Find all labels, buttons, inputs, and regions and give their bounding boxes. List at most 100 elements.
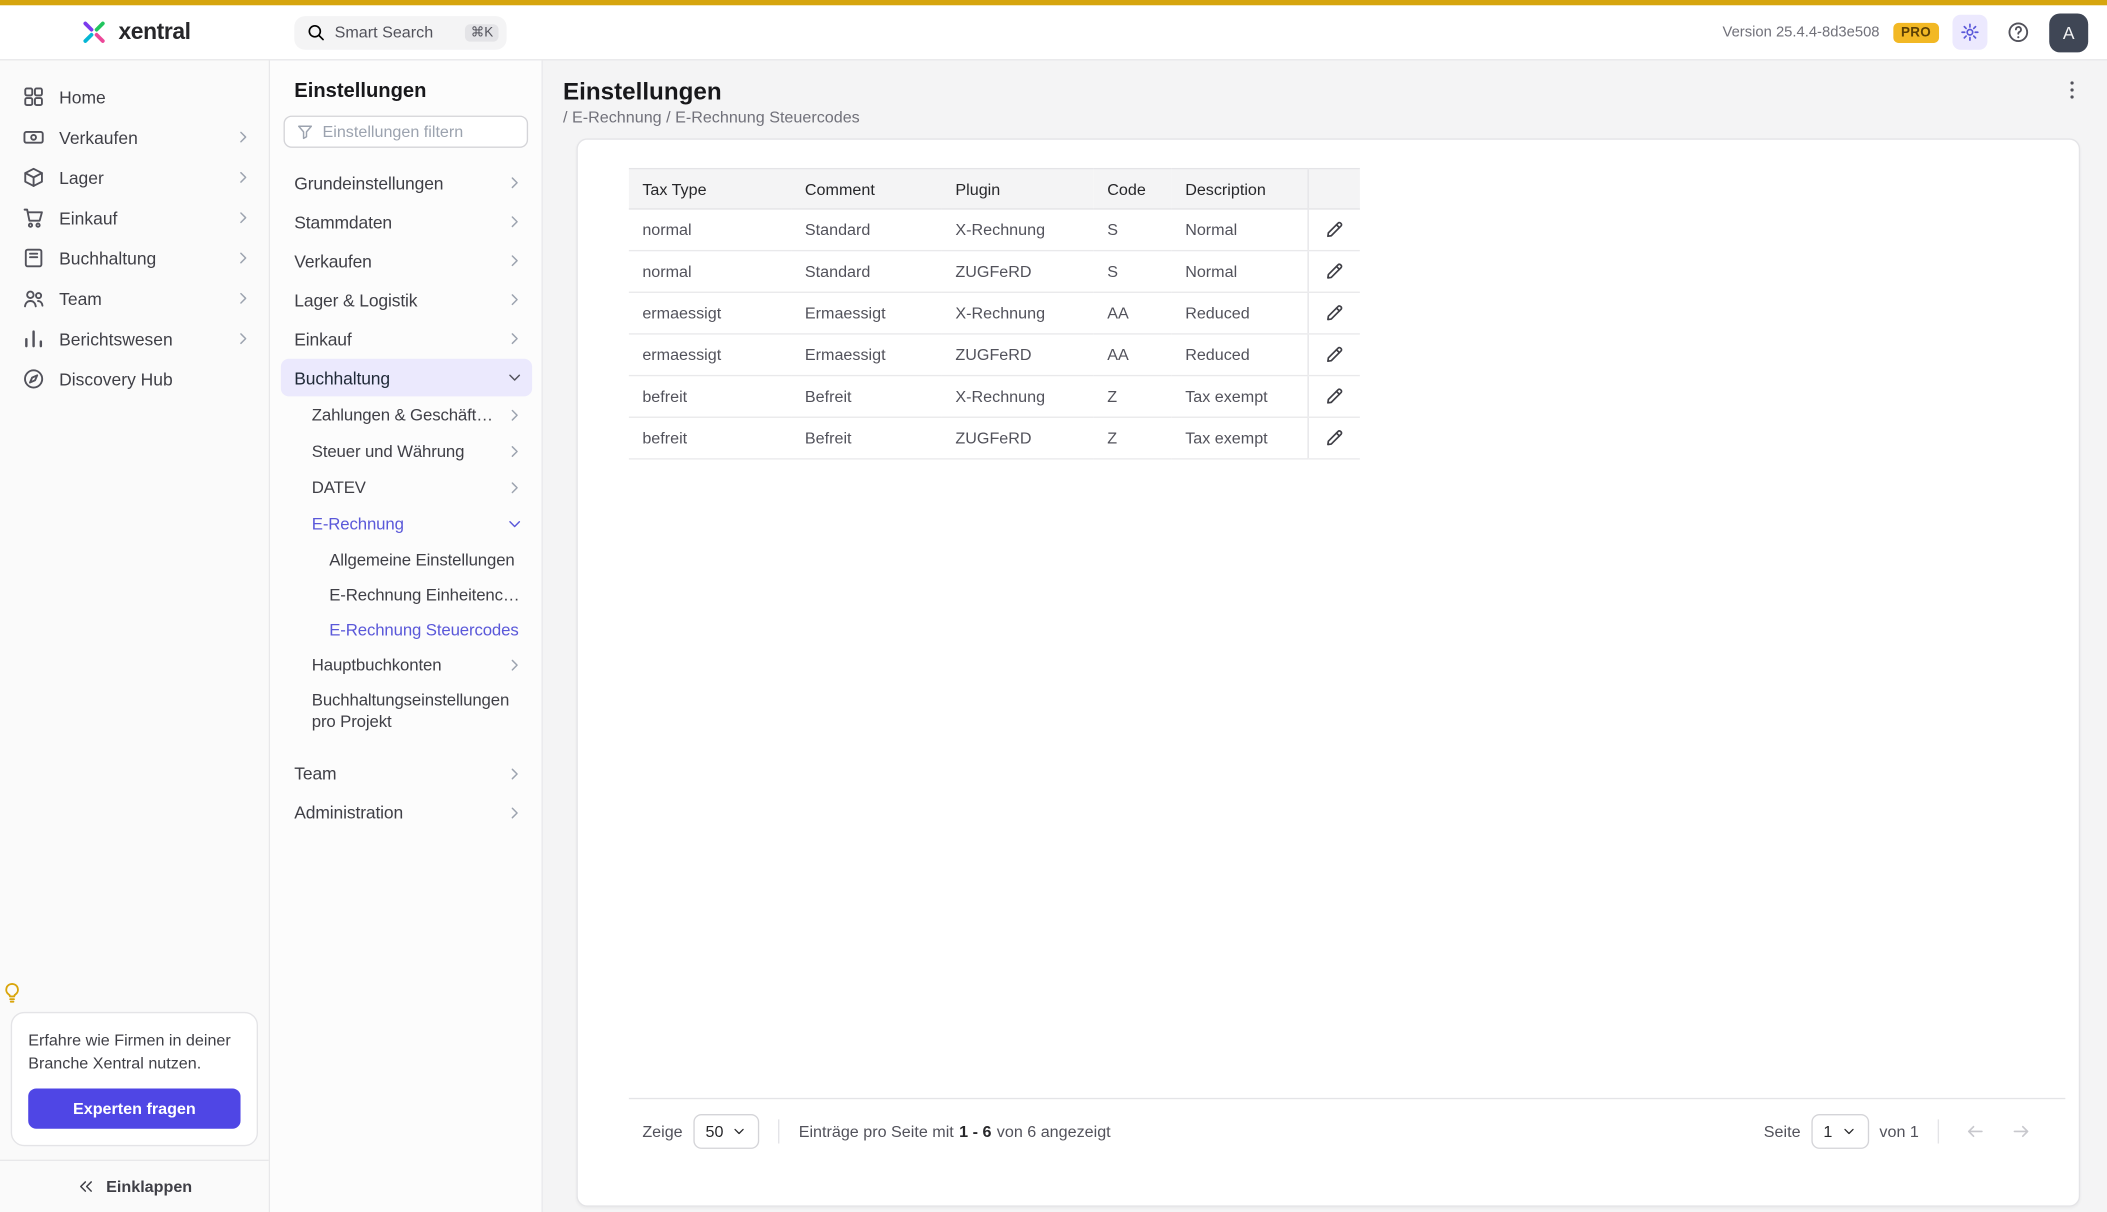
sidebar-item-team[interactable]: Team bbox=[0, 278, 269, 318]
sidebar-item-einkauf[interactable]: Einkauf bbox=[0, 198, 269, 238]
settings-nav-item-label: Lager & Logistik bbox=[294, 290, 417, 310]
sidebar-item-verkaufen[interactable]: Verkaufen bbox=[0, 117, 269, 157]
settings-nav-item-einkauf[interactable]: Einkauf bbox=[281, 320, 532, 358]
sidebar-item-label: Berichtswesen bbox=[59, 329, 173, 349]
collapse-sidebar-button[interactable]: Einklappen bbox=[69, 1176, 201, 1198]
ask-experts-button[interactable]: Experten fragen bbox=[28, 1088, 240, 1128]
settings-nav-item-hauptbuchkonten[interactable]: Hauptbuchkonten bbox=[281, 648, 532, 683]
next-page-button[interactable] bbox=[2004, 1114, 2039, 1149]
sidebar-item-buchhaltung[interactable]: Buchhaltung bbox=[0, 238, 269, 278]
settings-nav-item-e-rechnung-einheitencodes[interactable]: E-Rechnung Einheitencodes bbox=[281, 578, 532, 612]
settings-nav-item-e-rechnung[interactable]: E-Rechnung bbox=[281, 507, 532, 542]
settings-nav-item-label: Zahlungen & Geschäftskonten bbox=[312, 406, 500, 425]
main-content: Einstellungen / E-Rechnung / E-Rechnung … bbox=[543, 60, 2107, 1212]
edit-row-button[interactable] bbox=[1315, 214, 1353, 246]
chevron-right-icon bbox=[500, 329, 524, 348]
settings-nav-item-datev[interactable]: DATEV bbox=[281, 470, 532, 505]
tip-card: Erfahre wie Firmen in deiner Branche Xen… bbox=[11, 1012, 258, 1146]
topbar: xentral Smart Search ⌘K Version 25.4.4-8… bbox=[0, 5, 2107, 60]
settings-filter[interactable] bbox=[284, 116, 529, 148]
page-select[interactable]: 1 bbox=[1811, 1114, 1868, 1149]
settings-nav-item-allgemeine-einstellungen[interactable]: Allgemeine Einstellungen bbox=[281, 543, 532, 577]
settings-nav-item-team[interactable]: Team bbox=[281, 755, 532, 793]
sidebar-item-label: Buchhaltung bbox=[59, 248, 156, 268]
chevron-down-icon bbox=[732, 1123, 748, 1139]
chevron-right-icon bbox=[500, 478, 524, 497]
settings-nav-item-e-rechnung-steuercodes[interactable]: E-Rechnung Steuercodes bbox=[281, 613, 532, 647]
settings-filter-input[interactable] bbox=[323, 122, 517, 141]
page-size-select[interactable]: 50 bbox=[693, 1114, 759, 1149]
settings-nav-item-buchhaltungseinstellungen-pro-projekt[interactable]: Buchhaltungseinstellungen pro Projekt bbox=[281, 684, 532, 738]
page-value: 1 bbox=[1823, 1122, 1832, 1141]
sidebar-item-label: Verkaufen bbox=[59, 127, 138, 147]
edit-row-button[interactable] bbox=[1315, 297, 1353, 329]
smart-search[interactable]: Smart Search ⌘K bbox=[294, 15, 506, 49]
page-size-controls: Zeige 50 Einträge pro Seite mit 1 - 6 vo… bbox=[642, 1114, 1110, 1149]
chevron-right-icon bbox=[500, 406, 524, 425]
settings-button[interactable] bbox=[1952, 15, 1987, 50]
edit-row-button[interactable] bbox=[1315, 422, 1353, 454]
chevron-right-icon bbox=[500, 442, 524, 461]
edit-row-button[interactable] bbox=[1315, 339, 1353, 371]
sidebar-item-discovery-hub[interactable]: Discovery Hub bbox=[0, 359, 269, 399]
table-cell: S bbox=[1094, 251, 1172, 293]
entries-info: Einträge pro Seite mit 1 - 6 von 6 angez… bbox=[799, 1122, 1111, 1141]
page-title: Einstellungen bbox=[563, 78, 2085, 105]
gear-icon bbox=[1959, 22, 1981, 44]
sidebar-item-lager[interactable]: Lager bbox=[0, 157, 269, 197]
settings-nav-item-verkaufen[interactable]: Verkaufen bbox=[281, 242, 532, 280]
table-cell-actions bbox=[1307, 209, 1359, 251]
help-icon bbox=[2006, 20, 2030, 44]
edit-pencil-icon bbox=[1323, 302, 1345, 324]
chevron-right-icon bbox=[500, 803, 524, 822]
chevron-right-icon bbox=[234, 249, 253, 268]
help-button[interactable] bbox=[2001, 15, 2036, 50]
chevron-down-icon bbox=[1840, 1123, 1856, 1139]
main-sidebar: Home Verkaufen LagerEinkauf Buchhaltung Team… bbox=[0, 60, 270, 1212]
home-icon bbox=[22, 85, 46, 109]
edit-pencil-icon bbox=[1323, 386, 1345, 408]
topbar-right: Version 25.4.4-8d3e508 PRO A bbox=[1723, 13, 2107, 52]
edit-pencil-icon bbox=[1323, 344, 1345, 366]
settings-nav-item-label: E-Rechnung bbox=[312, 515, 404, 534]
settings-nav-item-buchhaltung[interactable]: Buchhaltung bbox=[281, 359, 532, 397]
settings-nav-title: Einstellungen bbox=[294, 79, 528, 102]
brand-home-link[interactable]: xentral bbox=[0, 17, 270, 47]
sidebar-item-home[interactable]: Home bbox=[0, 77, 269, 117]
table-row: normalStandardZUGFeRDSNormal bbox=[629, 251, 1360, 293]
edit-row-button[interactable] bbox=[1315, 255, 1353, 287]
table-cell: S bbox=[1094, 209, 1172, 251]
sidebar-item-label: Home bbox=[59, 87, 106, 107]
prev-page-button[interactable] bbox=[1958, 1114, 1993, 1149]
table-cell: Befreit bbox=[791, 417, 942, 459]
purchasing-icon bbox=[22, 206, 46, 230]
entries-range: 1 - 6 bbox=[959, 1122, 991, 1141]
edit-row-button[interactable] bbox=[1315, 380, 1353, 412]
settings-nav-item-administration[interactable]: Administration bbox=[281, 793, 532, 831]
table-cell: X-Rechnung bbox=[942, 209, 1094, 251]
settings-nav-item-steuer-und-w-hrung[interactable]: Steuer und Währung bbox=[281, 434, 532, 469]
sidebar-item-label: Discovery Hub bbox=[59, 369, 173, 389]
brand-wordmark: xentral bbox=[118, 19, 190, 46]
table-cell: befreit bbox=[629, 417, 792, 459]
chevron-right-icon bbox=[500, 290, 524, 309]
settings-nav-item-stammdaten[interactable]: Stammdaten bbox=[281, 203, 532, 241]
settings-nav-item-zahlungen-gesch-ftskonten[interactable]: Zahlungen & Geschäftskonten bbox=[281, 398, 532, 433]
page-menu-button[interactable] bbox=[2056, 74, 2088, 106]
table-cell: AA bbox=[1094, 292, 1172, 334]
settings-nav-item-lager-logistik[interactable]: Lager & Logistik bbox=[281, 281, 532, 319]
settings-nav-list: GrundeinstellungenStammdatenVerkaufen Lag… bbox=[270, 164, 541, 831]
table-cell: Reduced bbox=[1172, 292, 1308, 334]
steuercodes-table: Tax TypeCommentPluginCodeDescription nor… bbox=[629, 168, 1360, 460]
chevron-right-icon bbox=[500, 764, 524, 783]
settings-nav-item-label: E-Rechnung Steuercodes bbox=[329, 620, 518, 639]
sidebar-item-berichtswesen[interactable]: Berichtswesen bbox=[0, 318, 269, 358]
settings-nav-item-grundeinstellungen[interactable]: Grundeinstellungen bbox=[281, 164, 532, 202]
search-shortcut-badge: ⌘K bbox=[465, 24, 498, 41]
table-row: ermaessigtErmaessigtZUGFeRDAAReduced bbox=[629, 334, 1360, 376]
warehouse-icon bbox=[22, 165, 46, 189]
chevron-right-icon bbox=[234, 329, 253, 348]
lightbulb-icon bbox=[0, 981, 24, 1005]
arrow-left-icon bbox=[1965, 1121, 1987, 1143]
avatar[interactable]: A bbox=[2049, 13, 2088, 52]
